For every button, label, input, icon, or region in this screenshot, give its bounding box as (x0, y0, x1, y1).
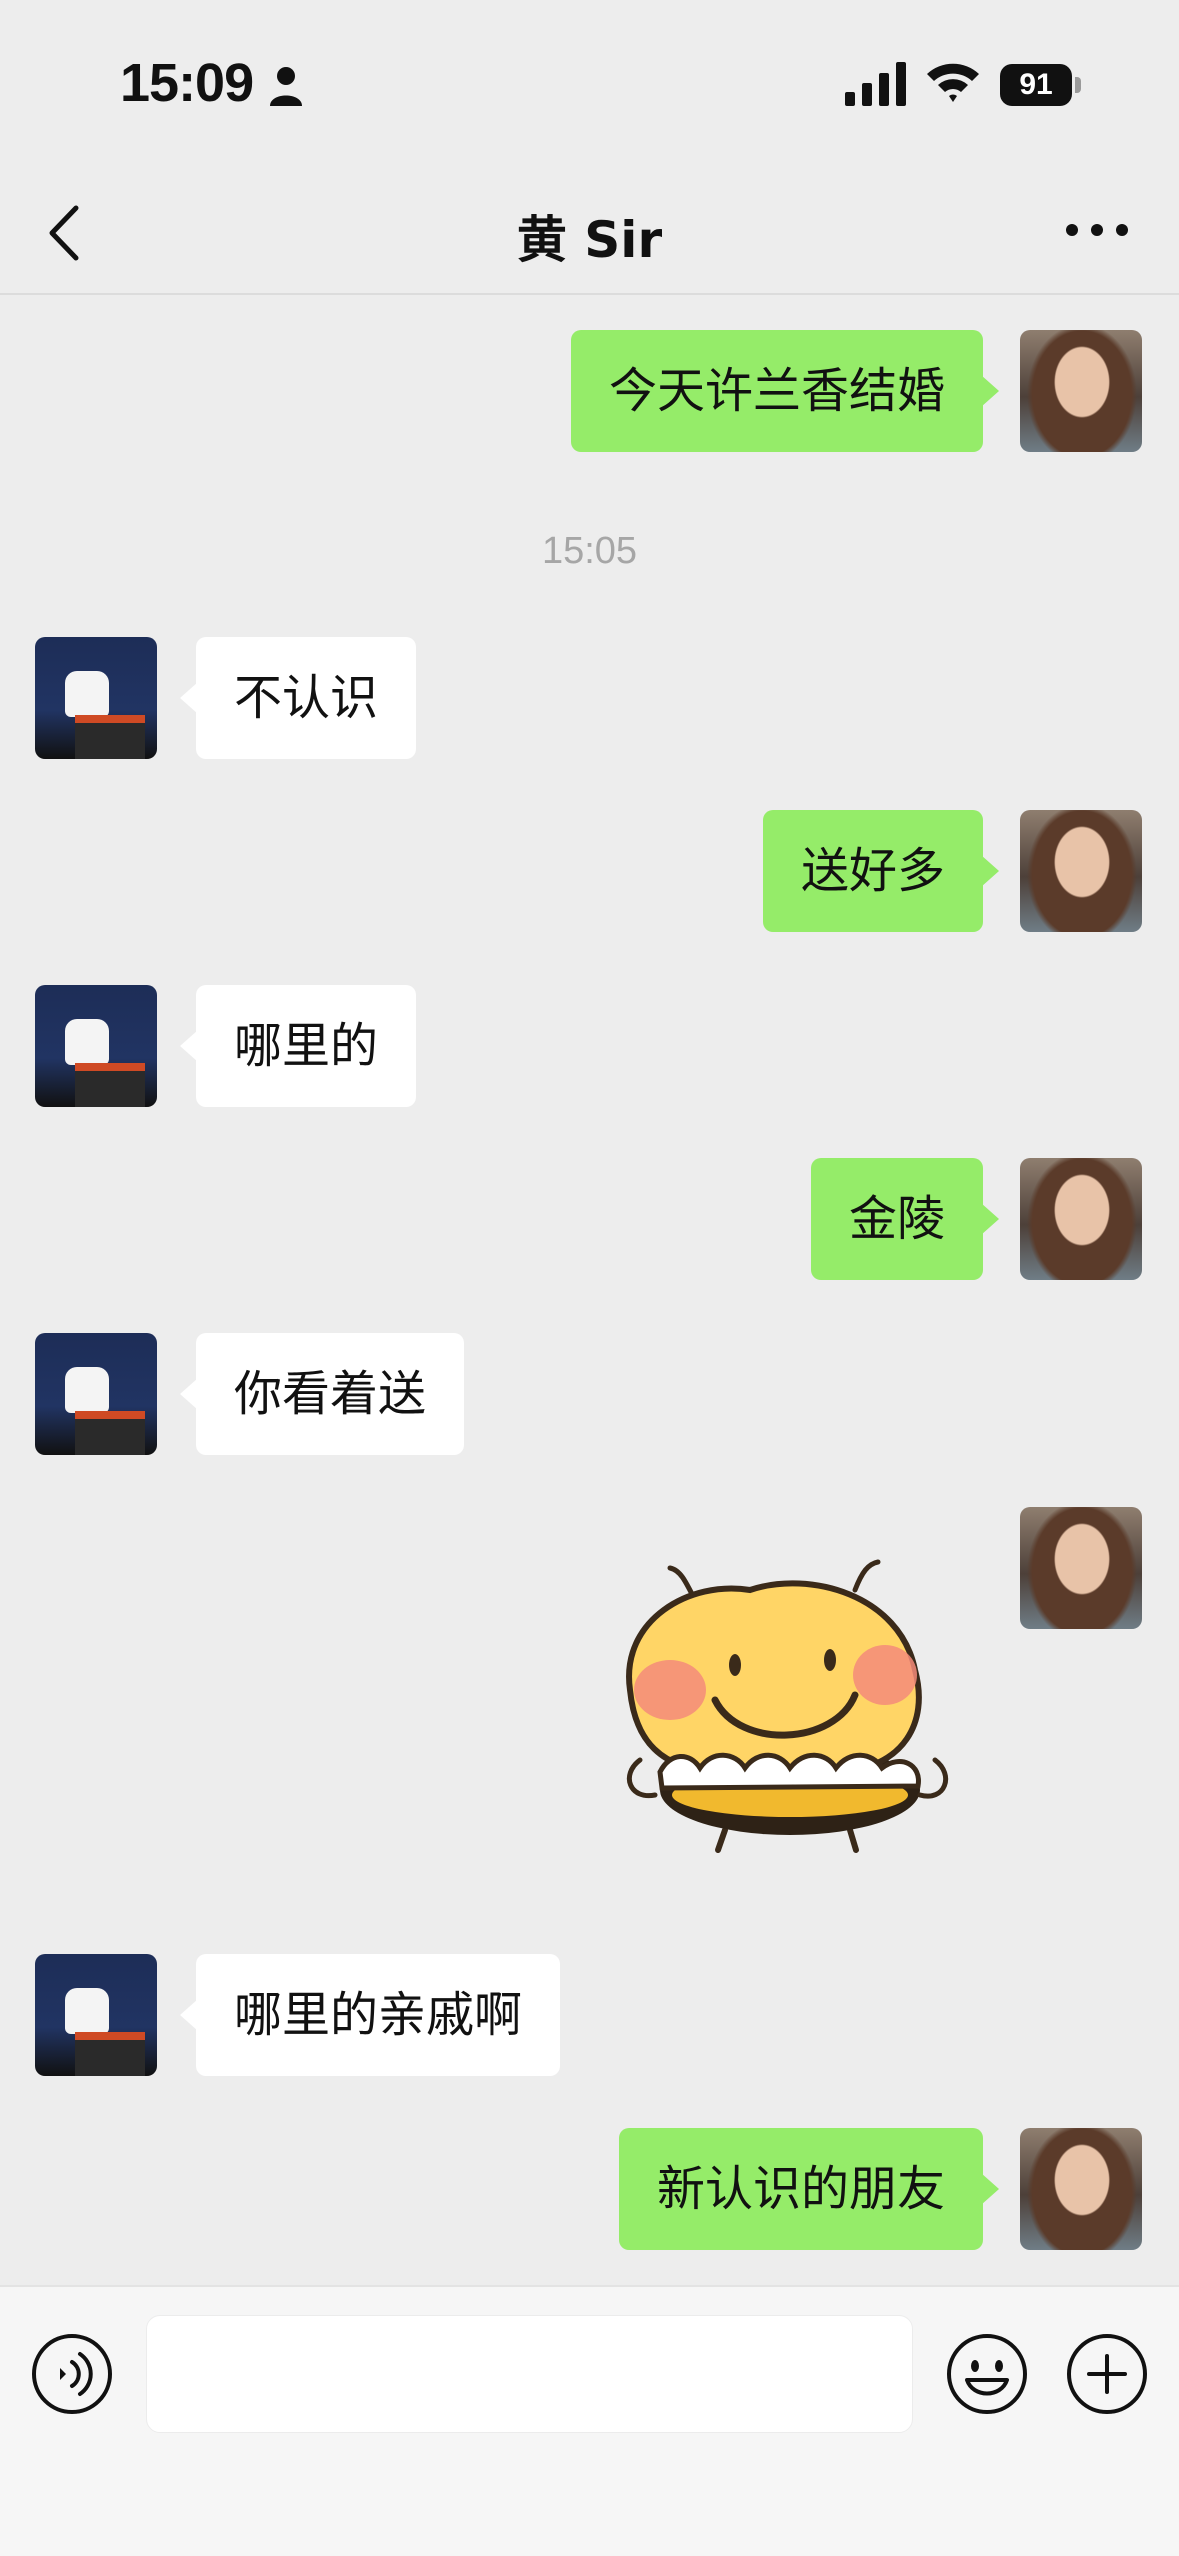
my-avatar[interactable] (1020, 2128, 1142, 2250)
input-bar (0, 2285, 1179, 2556)
battery-cap (1075, 77, 1081, 93)
message-timestamp: 15:05 (541, 530, 638, 572)
message-input[interactable] (146, 2315, 913, 2433)
wifi-icon (927, 63, 979, 102)
contact-avatar[interactable] (35, 1954, 157, 2076)
more-dots-icon[interactable] (1062, 210, 1132, 250)
status-time: 15:09 (120, 53, 254, 113)
message-bubble-outgoing[interactable]: 送好多 (762, 810, 1000, 932)
my-avatar[interactable] (1020, 330, 1142, 452)
person-icon (270, 67, 302, 106)
emoji-icon[interactable] (945, 2332, 1029, 2416)
contact-avatar[interactable] (35, 985, 157, 1107)
message-bubble-outgoing[interactable]: 金陵 (810, 1158, 1000, 1280)
my-avatar[interactable] (1020, 1507, 1142, 1629)
my-avatar[interactable] (1020, 1158, 1142, 1280)
chat-header: 黄 Sir (0, 170, 1179, 295)
contact-avatar[interactable] (35, 1333, 157, 1455)
my-avatar[interactable] (1020, 810, 1142, 932)
smiling-bee-sticker[interactable] (600, 1540, 970, 1880)
message-bubble-incoming[interactable]: 不认识 (179, 637, 417, 759)
signal-icon (845, 62, 906, 106)
status-bar: 15:09 91 (0, 0, 1179, 170)
contact-avatar[interactable] (35, 637, 157, 759)
message-bubble-outgoing[interactable]: 新认识的朋友 (618, 2128, 1000, 2250)
voice-icon[interactable] (30, 2332, 114, 2416)
chat-title: 黄 Sir (516, 211, 663, 269)
plus-icon[interactable] (1065, 2332, 1149, 2416)
message-bubble-incoming[interactable]: 哪里的 (179, 985, 417, 1107)
message-bubble-outgoing[interactable]: 今天许兰香结婚 (570, 330, 1000, 452)
message-bubble-incoming[interactable]: 你看着送 (179, 1333, 465, 1455)
battery-indicator: 91 (1000, 64, 1072, 106)
message-bubble-incoming[interactable]: 哪里的亲戚啊 (179, 1954, 561, 2076)
